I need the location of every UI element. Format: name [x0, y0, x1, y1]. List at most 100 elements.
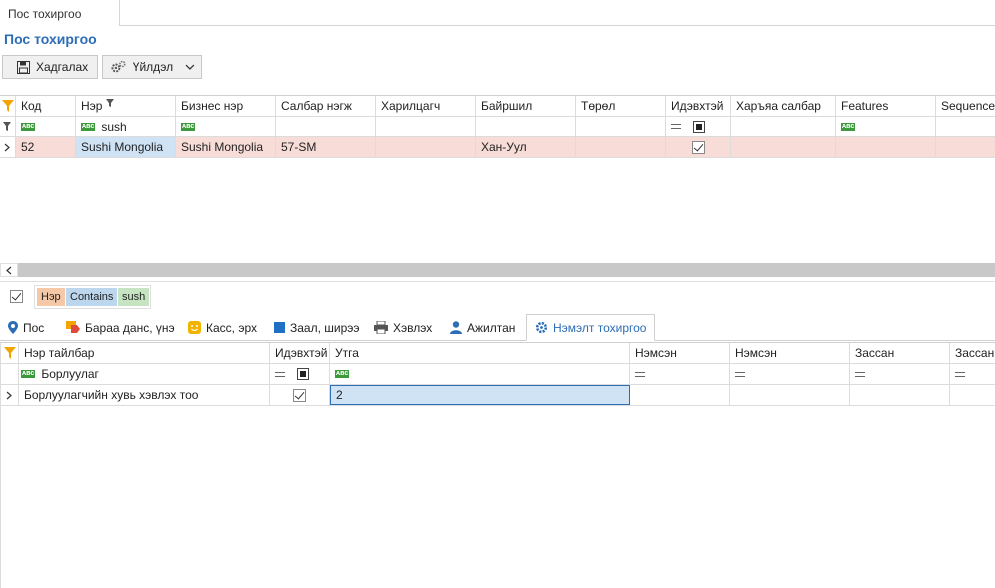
- doc-tab-pos-settings[interactable]: Пос тохиргоо: [0, 0, 120, 26]
- column-header-active[interactable]: Идэвхтэй: [666, 96, 731, 116]
- filter-location[interactable]: [476, 117, 576, 136]
- column-header-type[interactable]: Төрөл: [576, 96, 666, 116]
- column-header-parent-branch[interactable]: Харъяа салбар: [731, 96, 836, 116]
- tab-additional-settings[interactable]: Нэмэлт тохиргоо: [526, 314, 655, 341]
- cell-parent-branch[interactable]: [731, 137, 836, 157]
- column-header-code[interactable]: Код: [16, 96, 76, 116]
- grid-header-row: Нэр тайлбар Идэвхтэй Утга Нэмсэн Нэмсэн …: [1, 343, 995, 364]
- cell-location[interactable]: Хан-Уул: [476, 137, 576, 157]
- filter-features[interactable]: ᴀʙc: [836, 117, 936, 136]
- filter-parent-branch[interactable]: [731, 117, 836, 136]
- filter-type[interactable]: [576, 117, 666, 136]
- cell-modified-at[interactable]: [950, 385, 995, 405]
- tab-employees-label: Ажилтан: [467, 320, 516, 335]
- table-row[interactable]: 52 Sushi Mongolia Sushi Mongolia 57-SM Х…: [0, 137, 995, 158]
- filter-customer[interactable]: [376, 117, 476, 136]
- cell-type[interactable]: [576, 137, 666, 157]
- save-button[interactable]: Хадгалах: [2, 55, 98, 79]
- filter-name[interactable]: ᴀʙc sush: [76, 117, 176, 136]
- active-checkbox[interactable]: [293, 388, 306, 402]
- detail-tab-strip: Пос Бараа данс, үнэ Касс, эрх Заал, ширэ…: [0, 314, 995, 341]
- tab-pos-label: Пос: [23, 320, 45, 335]
- column-header-location[interactable]: Байршил: [476, 96, 576, 116]
- column-header-modified-by[interactable]: Зассан: [850, 343, 950, 363]
- gears-icon: [111, 60, 126, 73]
- column-header-created-at[interactable]: Нэмсэн: [730, 343, 850, 363]
- text-filter-icon: ᴀʙc: [81, 122, 96, 131]
- column-header-active[interactable]: Идэвхтэй: [270, 343, 330, 363]
- cell-name[interactable]: Sushi Mongolia: [76, 137, 176, 157]
- cell-modified-by[interactable]: [850, 385, 950, 405]
- column-header-features[interactable]: Features: [836, 96, 936, 116]
- cell-code[interactable]: 52: [16, 137, 76, 157]
- actions-dropdown-button[interactable]: Үйлдэл: [102, 55, 202, 79]
- floppy-disk-icon: [17, 60, 30, 74]
- cell-created-by[interactable]: [630, 385, 730, 405]
- table-row[interactable]: Борлуулагчийн хувь хэвлэх тоо 2: [1, 385, 995, 406]
- tab-print[interactable]: Хэвлэх: [366, 314, 432, 341]
- filter-created-at[interactable]: [730, 364, 850, 384]
- tab-hall-tables-label: Заал, ширээ: [290, 320, 360, 335]
- indeterminate-checkbox[interactable]: [297, 368, 309, 380]
- filter-funnel-icon[interactable]: [1, 343, 19, 363]
- column-header-created-by[interactable]: Нэмсэн: [630, 343, 730, 363]
- cell-active[interactable]: [270, 385, 330, 405]
- equals-icon: [955, 371, 965, 377]
- column-header-modified-at[interactable]: Зассан: [950, 343, 995, 363]
- filter-value[interactable]: ᴀʙc: [330, 364, 630, 384]
- smiley-icon: [188, 321, 201, 334]
- tab-products-price[interactable]: Бараа данс, үнэ: [58, 314, 175, 341]
- filter-created-by[interactable]: [630, 364, 730, 384]
- cell-value[interactable]: 2: [330, 385, 630, 405]
- gear-icon: [535, 321, 548, 334]
- tab-cash-register[interactable]: Касс, эрх: [180, 314, 257, 341]
- column-header-business-name[interactable]: Бизнес нэр: [176, 96, 276, 116]
- pos-grid: Код Нэр Бизнес нэр Салбар нэгж Харилцагч…: [0, 95, 995, 263]
- filter-name-description[interactable]: ᴀʙc Борлуулаг: [19, 364, 270, 384]
- scroll-left-button[interactable]: [0, 263, 18, 277]
- active-checkbox[interactable]: [691, 140, 705, 154]
- filter-active[interactable]: [270, 364, 330, 384]
- cell-name-description[interactable]: Борлуулагчийн хувь хэвлэх тоо: [19, 385, 270, 405]
- horizontal-scrollbar[interactable]: [18, 263, 995, 277]
- filter-enabled-checkbox[interactable]: [10, 290, 23, 303]
- indeterminate-checkbox[interactable]: [693, 120, 705, 133]
- printer-icon: [374, 321, 388, 334]
- cell-branch[interactable]: 57-SM: [276, 137, 376, 157]
- filter-name-value: sush: [101, 119, 127, 134]
- filter-business-name[interactable]: ᴀʙc: [176, 117, 276, 136]
- user-icon: [450, 321, 462, 334]
- grid-filter-row: ᴀʙc ᴀʙc sush ᴀʙc ᴀʙc: [0, 117, 995, 137]
- filter-modified-by[interactable]: [850, 364, 950, 384]
- filter-sequence[interactable]: [936, 117, 995, 136]
- chevron-down-icon: [185, 64, 195, 70]
- cell-sequence[interactable]: [936, 137, 995, 157]
- filter-modified-at[interactable]: [950, 364, 995, 384]
- column-header-value[interactable]: Утга: [330, 343, 630, 363]
- row-indicator-chevron-icon: [0, 137, 16, 157]
- column-header-branch[interactable]: Салбар нэгж: [276, 96, 376, 116]
- cell-business-name[interactable]: Sushi Mongolia: [176, 137, 276, 157]
- filter-code[interactable]: ᴀʙc: [16, 117, 76, 136]
- filter-funnel-icon[interactable]: [0, 96, 16, 116]
- document-tab-strip: Пос тохиргоо: [0, 0, 995, 26]
- filter-branch[interactable]: [276, 117, 376, 136]
- save-button-label: Хадгалах: [36, 60, 89, 74]
- column-header-name-description[interactable]: Нэр тайлбар: [19, 343, 270, 363]
- text-filter-icon: ᴀʙc: [335, 370, 350, 378]
- column-header-customer[interactable]: Харилцагч: [376, 96, 476, 116]
- cell-features[interactable]: [836, 137, 936, 157]
- cell-customer[interactable]: [376, 137, 476, 157]
- tab-pos[interactable]: Пос: [0, 314, 44, 341]
- filter-active[interactable]: [666, 117, 731, 136]
- cell-created-at[interactable]: [730, 385, 850, 405]
- tab-employees[interactable]: Ажилтан: [442, 314, 515, 341]
- text-filter-icon: ᴀʙc: [841, 122, 856, 131]
- column-header-sequence[interactable]: SequenceI: [936, 96, 995, 116]
- tab-hall-tables[interactable]: Заал, ширээ: [266, 314, 360, 341]
- chevron-left-icon: [6, 266, 12, 274]
- grid-header-row: Код Нэр Бизнес нэр Салбар нэгж Харилцагч…: [0, 96, 995, 117]
- text-filter-icon: ᴀʙc: [21, 370, 36, 378]
- column-header-name[interactable]: Нэр: [76, 96, 176, 116]
- cell-active[interactable]: [666, 137, 731, 157]
